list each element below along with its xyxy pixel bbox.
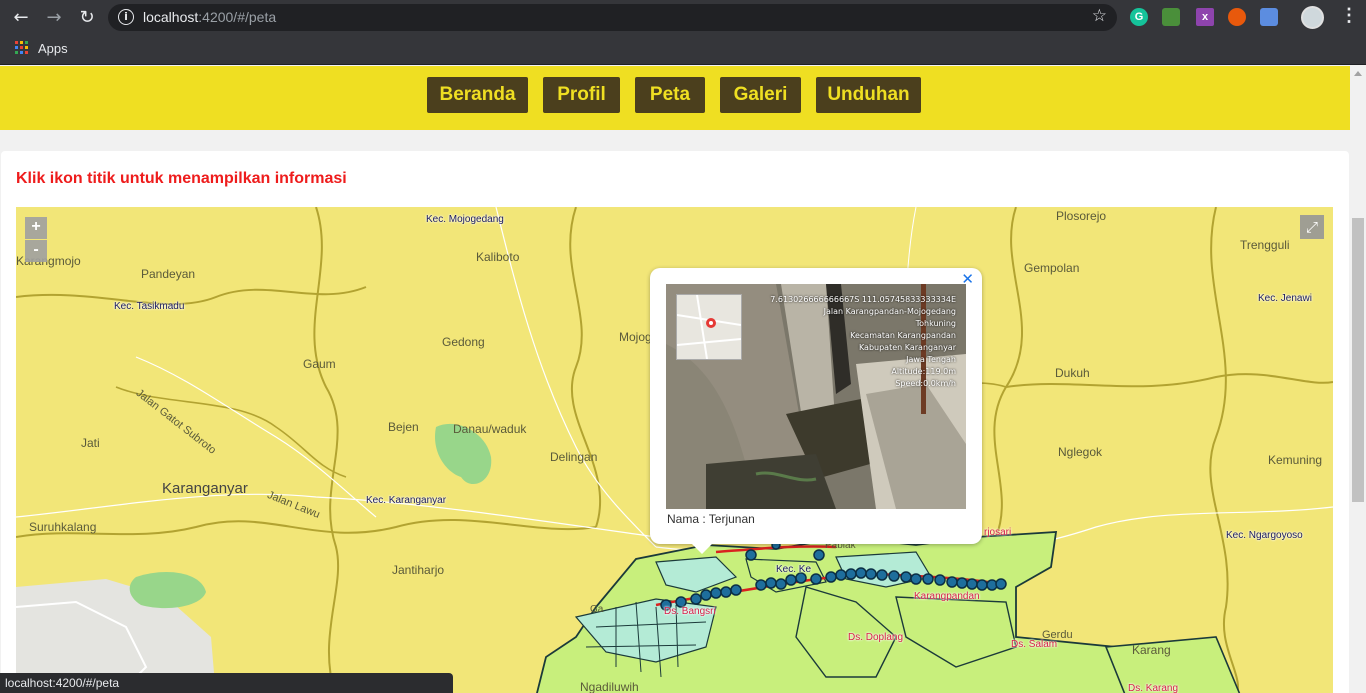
- geotag-road: Jalan Karangpandan-Mojogedang: [823, 307, 956, 316]
- label-bejen: Bejen: [388, 420, 419, 434]
- label-nglegok: Nglegok: [1058, 445, 1103, 459]
- label-kaliboto: Kaliboto: [476, 250, 520, 264]
- label-kec-jenawi: Kec. Jenawi: [1258, 293, 1312, 304]
- scroll-up-arrow[interactable]: [1354, 71, 1362, 76]
- nav-galeri[interactable]: Galeri: [720, 77, 801, 113]
- zoom-out-button[interactable]: -: [25, 240, 47, 262]
- label-kec-ngargoyoso: Kec. Ngargoyoso: [1226, 530, 1303, 541]
- popup-name-label: Nama : Terjunan: [667, 512, 755, 526]
- label-plosorejo: Plosorejo: [1056, 209, 1107, 223]
- extension-fire-icon[interactable]: [1228, 8, 1246, 26]
- apps-icon[interactable]: [15, 41, 28, 54]
- apps-bookmark[interactable]: Apps: [38, 41, 68, 56]
- reload-icon[interactable]: ↻: [75, 6, 99, 30]
- address-bar[interactable]: i localhost:4200/#/peta ☆: [108, 4, 1117, 31]
- nav-beranda[interactable]: Beranda: [427, 77, 528, 113]
- marker-popup: ✕ 7.613026666666667S 111.05745833333334E…: [650, 268, 982, 554]
- page-viewport: Beranda Profil Peta Galeri Unduhan Klik …: [0, 66, 1350, 693]
- label-ds-salam: Ds. Salam: [1011, 639, 1058, 650]
- label-mojog: Mojog: [619, 330, 652, 344]
- bookmarks-bar: [0, 35, 1366, 65]
- label-kec-tasikmadu: Kec. Tasikmadu: [114, 301, 185, 312]
- label-karang: Karang: [1132, 643, 1171, 657]
- label-gaum: Gaum: [303, 357, 336, 371]
- photo-minimap: [676, 294, 742, 360]
- back-icon[interactable]: ←: [9, 6, 33, 30]
- extension-layers-icon[interactable]: [1162, 8, 1180, 26]
- label-karangpandan: Karangpandan: [914, 591, 980, 602]
- menu-icon[interactable]: ⋮: [1340, 5, 1358, 26]
- grammarly-icon[interactable]: G: [1130, 8, 1148, 26]
- label-harjosari: rjosari: [984, 527, 1012, 538]
- label-trengguli: Trengguli: [1240, 238, 1290, 252]
- label-danau: Danau/waduk: [453, 422, 527, 436]
- label-kemuning: Kemuning: [1268, 453, 1323, 467]
- label-suruhkalang: Suruhkalang: [29, 520, 97, 534]
- geotag-speed: Speed:0.0km/h: [895, 379, 956, 388]
- browser-toolbar: ← → ↻ i localhost:4200/#/peta ☆ G x ⋮: [0, 0, 1366, 35]
- popup-photo: 7.613026666666667S 111.05745833333334E J…: [666, 284, 966, 509]
- label-karanganyar: Karanganyar: [162, 480, 248, 497]
- label-kec-karanganyar: Kec. Karanganyar: [366, 495, 447, 506]
- geotag-district: Kecamatan Karangpandan: [850, 331, 956, 340]
- extension-blue-icon[interactable]: [1260, 8, 1278, 26]
- label-ga: Ga: [590, 604, 604, 615]
- label-dukuh: Dukuh: [1055, 366, 1090, 380]
- label-ds-karang: Ds. Karang: [1128, 683, 1179, 693]
- zoom-in-button[interactable]: +: [25, 217, 47, 239]
- label-pandeyan: Pandeyan: [141, 267, 196, 281]
- nav-unduhan[interactable]: Unduhan: [816, 77, 921, 113]
- geotag-province: Jawa Tengah: [906, 355, 956, 364]
- nav-peta[interactable]: Peta: [635, 77, 705, 113]
- photo-geotag: 7.613026666666667S 111.05745833333334E J…: [746, 294, 956, 390]
- label-gempolan: Gempolan: [1024, 261, 1080, 275]
- map-container[interactable]: Kec. Mojogedang Karangmojo Pandeyan Kali…: [16, 207, 1333, 693]
- label-gedong: Gedong: [442, 335, 485, 349]
- label-kec-karangpandan-partial: Kec. Ke: [776, 564, 812, 575]
- geotag-altitude: Altitude:119.0m: [891, 367, 956, 376]
- label-jantiharjo: Jantiharjo: [392, 563, 445, 577]
- nav-profil[interactable]: Profil: [543, 77, 620, 113]
- scroll-thumb[interactable]: [1352, 218, 1364, 502]
- label-kec-mojogedang: Kec. Mojogedang: [426, 214, 504, 225]
- extension-x-icon[interactable]: x: [1196, 8, 1214, 26]
- bookmark-star-icon[interactable]: ☆: [1092, 6, 1107, 26]
- page-title: Klik ikon titik untuk menampilkan inform…: [16, 170, 347, 187]
- label-ds-doplang: Ds. Doplang: [848, 632, 904, 643]
- fullscreen-icon[interactable]: ⤢: [1300, 215, 1324, 239]
- label-jati: Jati: [81, 436, 100, 450]
- site-navbar: Beranda Profil Peta Galeri Unduhan: [0, 66, 1350, 130]
- geotag-regency: Kabupaten Karanganyar: [858, 343, 956, 352]
- geotag-village: Tohkuning: [915, 319, 956, 328]
- geotag-coords: 7.613026666666667S 111.05745833333334E: [770, 295, 956, 304]
- page-scrollbar[interactable]: [1350, 66, 1366, 693]
- status-bar: localhost:4200/#/peta: [0, 673, 453, 693]
- label-delingan: Delingan: [550, 450, 598, 464]
- info-icon[interactable]: i: [118, 9, 134, 25]
- profile-avatar[interactable]: [1301, 6, 1324, 29]
- url-text: localhost:4200/#/peta: [143, 9, 277, 25]
- label-ds-bangsri: Ds. Bangsri: [664, 606, 716, 617]
- label-ngadiluwih: Ngadiluwih: [580, 680, 639, 693]
- forward-icon[interactable]: →: [42, 6, 66, 30]
